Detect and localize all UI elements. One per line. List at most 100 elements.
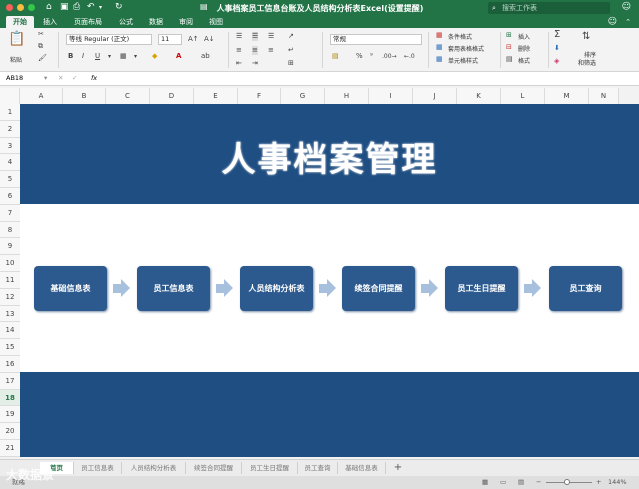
underline-dropdown-icon[interactable]: ▾ [108,52,111,61]
normal-view-icon[interactable]: ▦ [482,476,488,489]
cell-styles-button[interactable]: 单元格样式 [448,56,478,65]
increase-font-icon[interactable]: A↑ [188,35,199,44]
increase-decimal-icon[interactable]: .00→ [382,52,397,61]
row-header-14[interactable]: 14 [0,322,20,340]
font-color-icon[interactable]: A [176,52,181,61]
insert-function-icon[interactable]: fx [91,74,97,82]
row-header-12[interactable]: 12 [0,288,20,306]
tab-view[interactable]: 视图 [204,16,228,28]
row-header-13[interactable]: 13 [0,305,20,323]
sort-filter-icon[interactable]: ⇅ [582,32,590,42]
tab-home[interactable]: 开始 [6,16,34,28]
row-header-18[interactable]: 18 [0,389,20,407]
tab-review[interactable]: 审阅 [174,16,198,28]
row-header-7[interactable]: 7 [0,204,20,222]
sheet-tab-contract-renewal[interactable]: 续签合同提醒 [186,462,242,474]
currency-icon[interactable]: ▤ [332,52,339,61]
align-right-icon[interactable]: ≡ [268,46,274,55]
minimize-window-button[interactable] [17,4,24,11]
home-icon[interactable]: ⌂ [46,2,52,12]
paste-label[interactable]: 粘贴 [10,55,22,64]
tab-data[interactable]: 数据 [144,16,168,28]
sheet-tab-birthday-reminder[interactable]: 员工生日提醒 [242,462,298,474]
delete-cells-button[interactable]: 删除 [518,44,530,53]
undo-icon[interactable]: ↶ [87,2,95,12]
formula-input[interactable] [108,74,628,84]
row-header-2[interactable]: 2 [0,120,20,138]
column-header-m[interactable]: M [545,88,589,104]
tab-insert[interactable]: 插入 [38,16,62,28]
copy-icon[interactable]: ⧉ [38,42,43,51]
row-header-4[interactable]: 4 [0,154,20,172]
decrease-decimal-icon[interactable]: ←.0 [404,52,415,61]
row-header-3[interactable]: 3 [0,137,20,155]
name-box[interactable]: AB18 [6,74,23,82]
name-box-dropdown-icon[interactable]: ▾ [44,74,47,82]
tab-page-layout[interactable]: 页面布局 [68,16,108,28]
worksheet-grid[interactable]: 人事档案管理 基础信息表 员工信息表 人员结构分析表 续签合同提醒 员工生日提醒… [20,104,639,457]
column-header-a[interactable]: A [20,88,63,104]
merge-center-icon[interactable]: ⊞ [288,59,294,68]
zoom-window-button[interactable] [28,4,35,11]
user-icon[interactable]: ☺ [622,2,631,12]
clear-icon[interactable]: ◈ [554,57,559,66]
cut-icon[interactable]: ✂ [38,30,44,39]
wrap-text-icon[interactable]: ↵ [288,46,294,55]
flow-button-birthday-reminder[interactable]: 员工生日提醒 [445,266,518,311]
confirm-entry-icon[interactable]: ✓ [72,74,77,82]
column-header-i[interactable]: I [369,88,413,104]
sheet-tab-structure-analysis[interactable]: 人员结构分析表 [122,462,186,474]
page-break-view-icon[interactable]: ▤ [518,476,524,489]
bold-icon[interactable]: B [68,52,73,61]
format-cells-button[interactable]: 格式 [518,56,530,65]
close-window-button[interactable] [6,4,13,11]
font-name-select[interactable]: 等线 Regular (正文) [66,34,152,45]
column-header-n[interactable]: N [589,88,619,104]
flow-button-basic-info[interactable]: 基础信息表 [34,266,107,311]
decrease-indent-icon[interactable]: ⇤ [236,59,242,68]
collapse-ribbon-icon[interactable]: ⌃ [625,16,631,28]
border-dropdown-icon[interactable]: ▾ [134,52,137,61]
cancel-entry-icon[interactable]: ✕ [58,74,63,82]
paste-icon[interactable]: 📋 [8,32,25,46]
column-header-h[interactable]: H [325,88,369,104]
flow-button-employee-info[interactable]: 员工信息表 [137,266,210,311]
column-header-l[interactable]: L [501,88,545,104]
autosum-icon[interactable]: Σ [554,30,560,40]
increase-indent-icon[interactable]: ⇥ [252,59,258,68]
row-header-17[interactable]: 17 [0,372,20,390]
border-icon[interactable]: ▦ [120,52,127,61]
redo-icon[interactable]: ↻ [115,2,123,12]
feedback-smile-icon[interactable]: ☺ [608,16,617,28]
flow-button-contract-renewal[interactable]: 续签合同提醒 [342,266,415,311]
column-header-e[interactable]: E [194,88,238,104]
print-icon[interactable]: ⎙ [73,2,80,12]
row-header-8[interactable]: 8 [0,221,20,239]
row-header-9[interactable]: 9 [0,238,20,256]
row-header-21[interactable]: 21 [0,440,20,457]
fill-icon[interactable]: ⬇ [554,44,560,53]
number-format-select[interactable]: 常规 [330,34,422,45]
column-header-b[interactable]: B [63,88,106,104]
align-center-icon[interactable]: ≡ [252,46,258,55]
insert-cells-button[interactable]: 插入 [518,32,530,41]
add-sheet-button[interactable]: + [390,462,406,474]
percent-icon[interactable]: % [356,52,363,61]
zoom-out-icon[interactable]: − [536,476,541,489]
decrease-font-icon[interactable]: A↓ [204,35,215,44]
fill-color-icon[interactable]: ◆ [152,52,157,61]
row-header-16[interactable]: 16 [0,356,20,373]
flow-button-employee-query[interactable]: 员工查询 [549,266,622,311]
row-header-11[interactable]: 11 [0,272,20,289]
row-header-10[interactable]: 10 [0,255,20,272]
align-left-icon[interactable]: ≡ [236,46,242,55]
format-as-table-button[interactable]: 套用表格格式 [448,44,484,53]
search-sheet-input[interactable]: ⌕ 搜索工作表 [488,2,610,14]
underline-icon[interactable]: U [95,52,100,61]
align-top-icon[interactable]: ☰ [236,32,242,41]
column-header-d[interactable]: D [150,88,194,104]
column-header-c[interactable]: C [106,88,150,104]
tab-formulas[interactable]: 公式 [114,16,138,28]
conditional-format-button[interactable]: 条件格式 [448,32,472,41]
format-painter-icon[interactable]: 🖌 [38,54,47,63]
